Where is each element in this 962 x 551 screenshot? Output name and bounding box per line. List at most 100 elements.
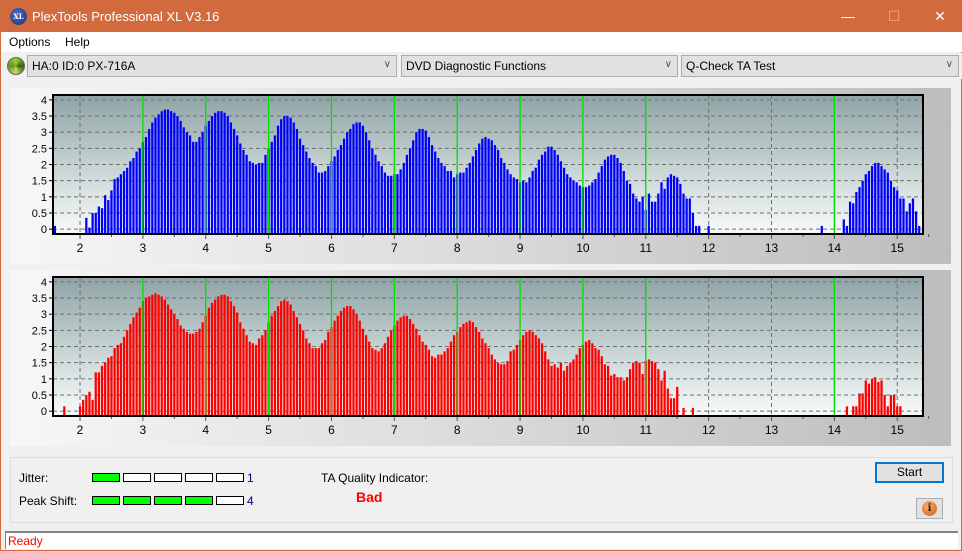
data-bar	[578, 185, 581, 234]
data-bar	[874, 162, 877, 234]
data-bar	[229, 301, 233, 416]
data-bar	[349, 306, 352, 416]
data-bar	[173, 314, 176, 416]
data-bar	[298, 138, 302, 234]
jitter-meter-segment	[216, 473, 244, 482]
data-bar	[889, 394, 893, 416]
menu-help[interactable]: Help	[65, 35, 90, 49]
data-bar	[902, 198, 905, 234]
data-bar	[248, 161, 251, 234]
data-bar	[170, 309, 173, 416]
data-bar	[311, 348, 314, 416]
data-bar	[295, 128, 299, 234]
data-bar	[603, 364, 607, 416]
data-bar	[179, 120, 182, 234]
x-tick-label: 10	[576, 241, 590, 255]
data-bar	[858, 187, 861, 234]
data-bar	[97, 372, 101, 416]
data-bar	[198, 328, 201, 416]
data-bar	[110, 356, 113, 416]
data-bar	[603, 159, 607, 234]
info-button[interactable]: i	[916, 498, 943, 519]
data-bar	[100, 208, 104, 234]
data-bar	[452, 335, 456, 416]
x-tick-label: 10	[576, 423, 590, 437]
data-bar	[657, 193, 660, 234]
x-tick-label: 14	[828, 423, 842, 437]
data-bar	[163, 109, 167, 234]
menu-bar: Options Help	[1, 32, 962, 52]
maximize-button[interactable]: ☐	[871, 1, 917, 32]
data-bar	[185, 132, 189, 234]
data-bar	[355, 122, 358, 234]
data-bar	[858, 393, 861, 416]
data-bar	[503, 364, 506, 416]
data-bar	[676, 386, 679, 416]
data-bar	[698, 225, 701, 234]
data-bar	[166, 304, 170, 416]
peak-shift-meter-segment	[92, 496, 120, 505]
minimize-button[interactable]: —	[825, 1, 871, 32]
data-bar	[899, 406, 902, 416]
peak-shift-label: Peak Shift:	[19, 494, 78, 508]
drive-select[interactable]: HA:0 ID:0 PX-716A ∨	[27, 55, 397, 77]
data-bar	[845, 406, 849, 416]
data-bar	[390, 330, 393, 416]
peak-shift-value: 4	[247, 494, 254, 508]
data-bar	[556, 154, 559, 234]
data-bar	[207, 120, 211, 234]
data-bar	[383, 172, 387, 234]
data-bar	[129, 161, 132, 234]
app-logo-icon: XL	[10, 8, 27, 25]
data-bar	[82, 399, 85, 416]
data-bar	[192, 141, 195, 234]
test-select[interactable]: Q-Check TA Test ∨	[681, 55, 959, 77]
data-bar	[157, 114, 160, 234]
y-tick-label: 1.5	[32, 176, 47, 188]
function-select-value: DVD Diagnostic Functions	[406, 59, 547, 73]
data-bar	[578, 348, 581, 416]
data-bar	[666, 177, 669, 234]
data-bar	[525, 182, 528, 234]
data-bar	[487, 348, 490, 416]
data-bar	[415, 328, 418, 416]
data-bar	[632, 193, 635, 234]
x-tick-label: 4	[202, 423, 209, 437]
data-bar	[327, 166, 330, 234]
upper-chart: 0 0.5 1 1.5 2 2.5 3 3.5 4 2 3 4 5 6 7 8 9 10 11 12 13 14 15	[32, 94, 930, 255]
menu-options[interactable]: Options	[9, 35, 50, 49]
data-bar	[496, 362, 500, 416]
data-bar	[459, 172, 462, 234]
data-bar	[148, 296, 151, 416]
data-bar	[336, 315, 339, 416]
close-button[interactable]: ✕	[917, 1, 962, 32]
data-bar	[478, 143, 481, 234]
data-bar	[562, 370, 566, 416]
data-bar	[148, 128, 151, 234]
data-bar	[364, 132, 368, 234]
data-bar	[490, 354, 493, 416]
data-bar	[386, 336, 390, 416]
x-tick-label: 5	[265, 241, 272, 255]
data-bar	[132, 158, 135, 234]
data-bar	[402, 315, 405, 416]
start-button[interactable]: Start	[875, 462, 944, 483]
data-bar	[468, 162, 471, 234]
data-bar	[443, 166, 446, 234]
y-tick-label: 1	[41, 374, 47, 386]
y-tick-label: 2.5	[32, 143, 47, 155]
function-select[interactable]: DVD Diagnostic Functions ∨	[401, 55, 678, 77]
y-tick-label: 4	[41, 277, 47, 289]
x-tick-label: 3	[140, 423, 147, 437]
status-text: Ready	[8, 534, 43, 548]
data-bar	[663, 370, 666, 416]
data-bar	[380, 166, 383, 234]
data-bar	[889, 180, 893, 234]
data-bar	[509, 174, 512, 234]
data-bar	[569, 362, 572, 416]
data-bar	[368, 341, 371, 416]
data-bar	[430, 356, 434, 416]
data-bar	[280, 119, 283, 234]
data-bar	[550, 146, 553, 234]
data-bar	[242, 328, 245, 416]
